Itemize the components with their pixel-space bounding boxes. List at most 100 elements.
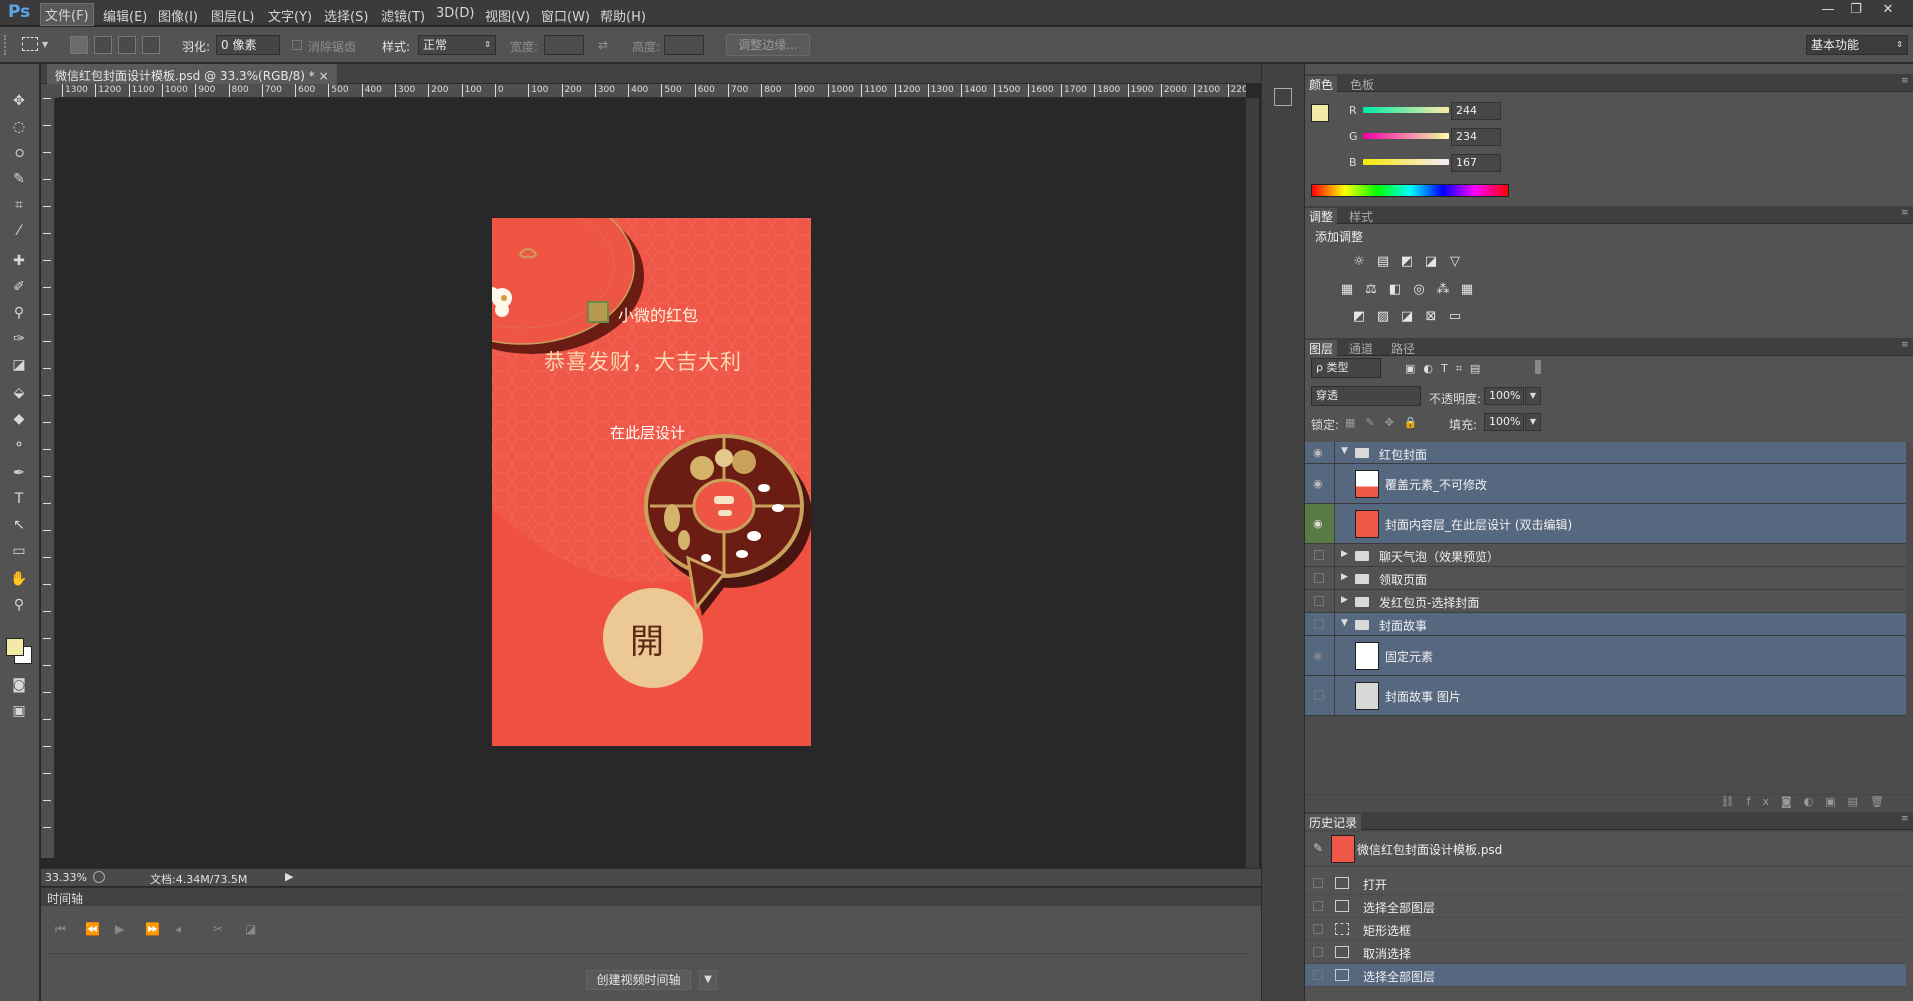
brush-tool-icon[interactable]: ✐ bbox=[6, 276, 32, 298]
b-slider[interactable] bbox=[1363, 159, 1449, 165]
tab-styles[interactable]: 样式 bbox=[1349, 208, 1373, 225]
dodge-tool-icon[interactable]: ⚬ bbox=[6, 434, 32, 456]
layer-filter-select[interactable]: ρ 类型 bbox=[1311, 358, 1381, 378]
foreground-color-swatch[interactable] bbox=[6, 638, 24, 656]
horizontal-ruler[interactable]: 1300 1200 1100 1000 900 800 700 600 500 400 300 200… bbox=[58, 84, 1246, 98]
g-slider[interactable] bbox=[1363, 133, 1449, 139]
restore-button[interactable]: ❐ bbox=[1843, 2, 1869, 18]
crop-tool-icon[interactable]: ⌗ bbox=[6, 194, 32, 216]
history-item[interactable]: 矩形选框 bbox=[1305, 918, 1906, 941]
vertical-ruler[interactable] bbox=[41, 98, 55, 858]
swap-icon[interactable]: ⇄ bbox=[598, 38, 608, 52]
vibrance-icon[interactable]: ▽ bbox=[1447, 255, 1463, 269]
pen-tool-icon[interactable]: ✒ bbox=[6, 462, 32, 484]
hand-tool-icon[interactable]: ✋ bbox=[6, 568, 32, 590]
timeline-dropdown-icon[interactable]: ▼ bbox=[699, 970, 717, 990]
lock-icons[interactable]: ▦✎✥🔒 bbox=[1345, 416, 1428, 429]
paint-bucket-tool-icon[interactable]: ⬙ bbox=[6, 382, 32, 404]
visibility-toggle[interactable]: ◉ bbox=[1305, 504, 1335, 543]
ruler-origin[interactable] bbox=[41, 84, 58, 98]
add-selection-icon[interactable] bbox=[94, 36, 112, 54]
tab-layers[interactable]: 图层 bbox=[1305, 340, 1338, 356]
healing-brush-tool-icon[interactable]: ✚ bbox=[6, 250, 32, 272]
visibility-toggle[interactable]: ◉ bbox=[1305, 442, 1335, 463]
history-snapshot[interactable]: ✎ 微信红包封面设计模板.psd bbox=[1305, 831, 1913, 867]
tab-swatches[interactable]: 色板 bbox=[1350, 76, 1374, 93]
quick-select-tool-icon[interactable]: ✎ bbox=[6, 168, 32, 190]
tab-color[interactable]: 颜色 bbox=[1305, 76, 1338, 92]
opacity-value[interactable]: 100% bbox=[1484, 387, 1524, 405]
red-envelope-artwork[interactable]: 小微的红包 恭喜发财，大吉大利 在此层设计 開 bbox=[492, 218, 811, 746]
antialias-checkbox[interactable] bbox=[292, 40, 302, 50]
filter-toggle[interactable] bbox=[1535, 360, 1541, 374]
status-info-icon[interactable] bbox=[93, 871, 105, 883]
tab-history[interactable]: 历史记录 bbox=[1305, 814, 1362, 830]
group-expanded-icon[interactable]: ▼ bbox=[1341, 618, 1348, 628]
history-dock-icon[interactable] bbox=[1274, 88, 1292, 106]
curves-icon[interactable]: ◩ bbox=[1399, 255, 1415, 269]
path-select-tool-icon[interactable]: ↖ bbox=[6, 514, 32, 536]
tab-channels[interactable]: 通道 bbox=[1349, 340, 1373, 357]
create-video-timeline-button[interactable]: 创建视频时间轴 bbox=[586, 970, 691, 990]
levels-icon[interactable]: ▤ bbox=[1375, 255, 1391, 269]
history-item-current[interactable]: 选择全部图层 bbox=[1305, 964, 1906, 987]
blur-tool-icon[interactable]: ◆ bbox=[6, 408, 32, 430]
blend-mode-select[interactable]: 穿透 bbox=[1311, 386, 1421, 406]
gradient-map-icon[interactable]: ▭ bbox=[1447, 310, 1463, 324]
group-collapsed-icon[interactable]: ▶ bbox=[1341, 549, 1348, 559]
group-expanded-icon[interactable]: ▼ bbox=[1341, 446, 1348, 456]
group-collapsed-icon[interactable]: ▶ bbox=[1341, 595, 1348, 605]
fill-value[interactable]: 100% bbox=[1484, 413, 1524, 431]
close-tab-icon[interactable]: × bbox=[319, 69, 329, 83]
audio-icon[interactable]: ◂ bbox=[175, 922, 181, 936]
layer-row[interactable]: ◉ ▼ 红包封面 bbox=[1305, 442, 1906, 464]
panel-menu-icon[interactable]: ≡ bbox=[1901, 814, 1909, 824]
layer-row[interactable]: ▶ 领取页面 bbox=[1305, 567, 1906, 590]
menu-edit[interactable]: 编辑(E) bbox=[99, 5, 151, 26]
layer-row[interactable]: ▶ 发红包页-选择封面 bbox=[1305, 590, 1906, 613]
history-source-checkbox[interactable] bbox=[1313, 924, 1323, 934]
history-source-checkbox[interactable] bbox=[1313, 970, 1323, 980]
visibility-toggle[interactable] bbox=[1305, 567, 1335, 589]
menu-help[interactable]: 帮助(H) bbox=[596, 5, 650, 26]
clone-stamp-tool-icon[interactable]: ⚲ bbox=[6, 302, 32, 324]
posterize-icon[interactable]: ▨ bbox=[1375, 310, 1391, 324]
refine-edge-button[interactable]: 调整边缘... bbox=[726, 34, 810, 56]
panel-menu-icon[interactable]: ≡ bbox=[1901, 208, 1909, 218]
history-item[interactable]: 打开 bbox=[1305, 872, 1906, 895]
first-frame-icon[interactable]: ⏮ bbox=[55, 922, 66, 937]
next-frame-icon[interactable]: ⏩ bbox=[145, 922, 160, 936]
layer-row[interactable]: ▶ 聊天气泡（效果预览） bbox=[1305, 544, 1906, 567]
zoom-level[interactable]: 33.33% bbox=[45, 871, 87, 884]
eyedropper-tool-icon[interactable]: ⁄ bbox=[6, 220, 32, 242]
fill-dropdown-icon[interactable]: ▼ bbox=[1525, 413, 1541, 431]
r-value[interactable]: 244 bbox=[1451, 102, 1501, 120]
type-tool-icon[interactable]: T bbox=[6, 488, 32, 510]
layer-row[interactable]: ◉ 覆盖元素_不可修改 bbox=[1305, 464, 1906, 504]
black-white-icon[interactable]: ◧ bbox=[1387, 283, 1403, 297]
visibility-toggle[interactable]: ◉ bbox=[1305, 636, 1335, 675]
menu-3d[interactable]: 3D(D) bbox=[432, 5, 478, 22]
style-select[interactable]: 正常 ⇕ bbox=[418, 35, 496, 55]
prev-frame-icon[interactable]: ⏪ bbox=[85, 922, 100, 936]
visibility-toggle[interactable]: ◉ bbox=[1305, 464, 1335, 503]
layer-row[interactable]: ◉ 封面内容层_在此层设计 (双击编辑) bbox=[1305, 504, 1906, 544]
menu-layer[interactable]: 图层(L) bbox=[207, 5, 258, 26]
panel-menu-icon[interactable]: ≡ bbox=[1901, 76, 1909, 86]
document-tab[interactable]: 微信红包封面设计模板.psd @ 33.3%(RGB/8) * × bbox=[47, 64, 337, 84]
menu-window[interactable]: 窗口(W) bbox=[537, 5, 594, 26]
timeline-title[interactable]: 时间轴 bbox=[41, 888, 1261, 906]
screen-mode-icon[interactable]: ▣ bbox=[6, 700, 32, 722]
menu-select[interactable]: 选择(S) bbox=[320, 5, 372, 26]
eraser-tool-icon[interactable]: ◪ bbox=[6, 354, 32, 376]
history-item[interactable]: 选择全部图层 bbox=[1305, 895, 1906, 918]
canvas-scrollbar[interactable] bbox=[1246, 98, 1259, 870]
transition-icon[interactable]: ◪ bbox=[245, 922, 256, 936]
quick-mask-icon[interactable]: ◙ bbox=[6, 674, 32, 696]
menu-view[interactable]: 视图(V) bbox=[481, 5, 534, 26]
color-lookup-icon[interactable]: ▦ bbox=[1459, 283, 1475, 297]
visibility-toggle[interactable] bbox=[1305, 544, 1335, 566]
new-selection-icon[interactable] bbox=[70, 36, 88, 54]
fg-color-swatch[interactable] bbox=[1311, 104, 1329, 122]
b-value[interactable]: 167 bbox=[1451, 154, 1501, 172]
